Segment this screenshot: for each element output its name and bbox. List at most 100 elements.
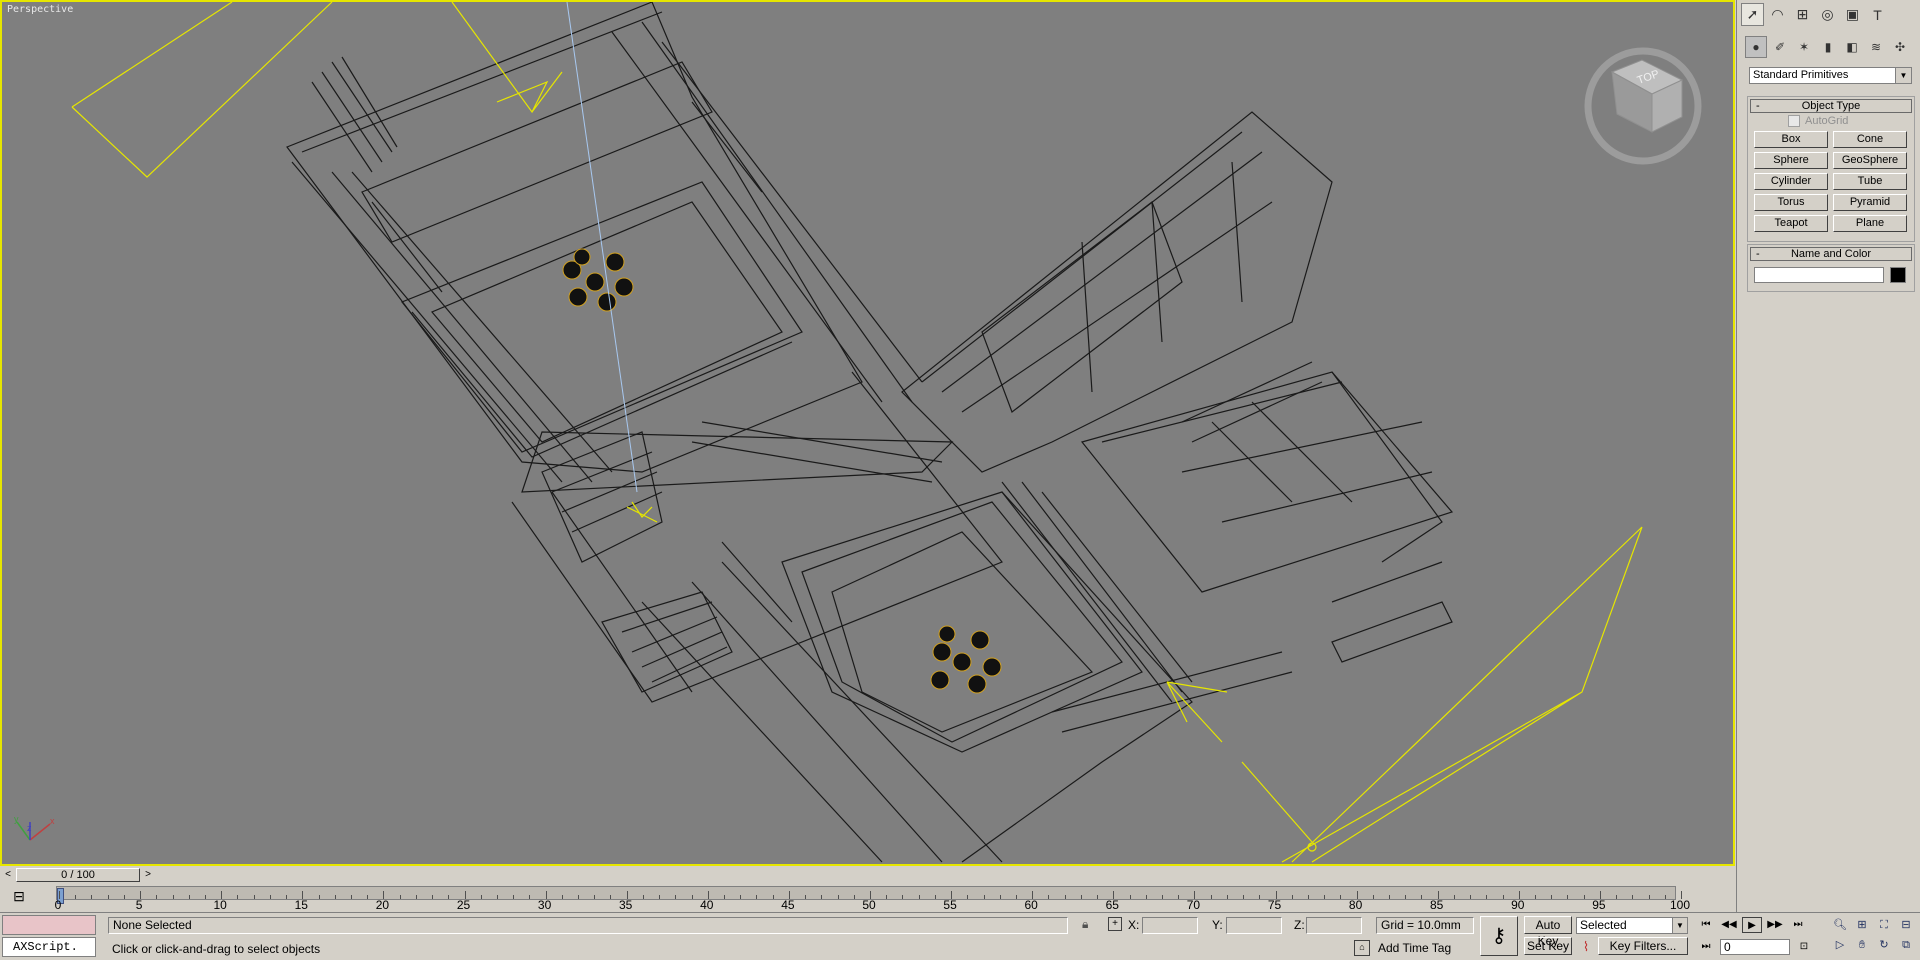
time-slider-next[interactable]: > [142,868,154,882]
motion-tab-icon[interactable]: ◎ [1816,3,1839,26]
display-tab-icon[interactable]: ▣ [1841,3,1864,26]
ruler-tick [75,895,77,899]
z-coordinate-input[interactable] [1306,917,1362,934]
key-mode-dropdown[interactable]: Selected ▼ [1576,917,1688,934]
teapot-button[interactable]: Teapot [1754,215,1828,232]
ruler-label: 5 [135,898,143,912]
command-panel: ➚ ◠ ⊞ ◎ ▣ T ● ✐ ✶ ▮ ◧ ≋ ✣ Standard Primi… [1736,0,1920,912]
torus-button[interactable]: Torus [1754,194,1828,211]
systems-icon[interactable]: ✣ [1889,36,1911,58]
create-tab-icon[interactable]: ➚ [1741,3,1764,26]
ruler-tick [513,895,515,899]
autogrid-check-box[interactable] [1788,115,1800,127]
helpers-icon[interactable]: ◧ [1841,36,1863,58]
y-label: Y: [1212,918,1223,932]
x-label: X: [1128,918,1140,932]
current-frame-input[interactable]: 0 [1720,939,1790,955]
ruler-tick [1015,895,1017,899]
name-color-title: Name and Color [1790,248,1872,260]
ruler-tick [269,895,271,899]
z-label: Z: [1294,918,1305,932]
modify-tab-icon[interactable]: ◠ [1766,3,1789,26]
key-mode-toggle-icon[interactable]: ⏭ [1696,939,1716,955]
hierarchy-tab-icon[interactable]: ⊞ [1791,3,1814,26]
play-icon[interactable]: ▶ [1742,917,1762,933]
wireframe-scene[interactable]: y x z TOP [2,2,1733,864]
go-to-end-icon[interactable]: ⏭ [1788,917,1808,933]
x-coordinate-input[interactable] [1142,917,1198,934]
ruler-label: 45 [781,898,795,912]
cone-button[interactable]: Cone [1833,131,1907,148]
key-filters-button[interactable]: Key Filters... [1598,937,1688,955]
lights-icon[interactable]: ✶ [1793,36,1815,58]
name-color-rollout: - Name and Color [1747,244,1915,292]
perspective-viewport[interactable]: Perspective y x z TOP [0,0,1735,866]
ruler-tick [1210,895,1212,899]
primitive-category-dropdown[interactable]: Standard Primitives ▼ [1749,67,1912,84]
pyramid-button[interactable]: Pyramid [1833,194,1907,211]
set-key-button[interactable]: Set Key [1524,937,1572,955]
plane-button[interactable]: Plane [1833,215,1907,232]
next-frame-icon[interactable]: ▶︎▶︎ [1765,917,1785,933]
maximize-viewport-icon[interactable]: ⧉ [1896,937,1916,953]
set-keys-icon[interactable]: ⚷ [1480,916,1518,956]
shapes-icon[interactable]: ✐ [1769,36,1791,58]
maxscript-listener[interactable] [2,915,96,935]
ruler-tick [334,895,336,899]
ruler-label: 20 [375,898,390,912]
previous-frame-icon[interactable]: ◀︎◀︎ [1719,917,1739,933]
utilities-tab-icon[interactable]: T [1866,3,1889,26]
pan-icon[interactable]: ✋︎ [1852,937,1872,953]
autogrid-checkbox[interactable]: AutoGrid [1788,115,1848,127]
track-bar[interactable]: ⊟ 0 5 10 15 20 25 30 35 40 45 50 55 60 65 70 75 80 85 90 95… [0,884,1735,912]
tube-button[interactable]: Tube [1833,173,1907,190]
y-coordinate-input[interactable] [1226,917,1282,934]
ruler-label: 95 [1592,898,1606,912]
auto-key-button[interactable]: Auto Key [1524,916,1572,948]
time-configuration-icon[interactable]: ⊡ [1794,939,1814,955]
prompt-line: Click or click-and-drag to select object… [112,942,321,956]
ruler-label: 60 [1024,898,1038,912]
ruler-label: 40 [700,898,714,912]
object-color-swatch[interactable] [1890,267,1906,283]
box-button[interactable]: Box [1754,131,1828,148]
ruler-tick [1648,895,1650,899]
zoom-all-icon[interactable]: ⊞ [1852,917,1872,933]
absolute-mode-icon[interactable]: + [1108,917,1122,931]
spacewarps-icon[interactable]: ≋ [1865,36,1887,58]
name-color-header[interactable]: - Name and Color [1750,247,1912,261]
ruler-tick [415,895,417,899]
ruler-tick [350,895,352,899]
ruler-label: 75 [1267,898,1282,912]
object-type-header[interactable]: - Object Type [1750,99,1912,113]
geosphere-button[interactable]: GeoSphere [1833,152,1907,169]
maxscript-output[interactable]: AXScript. [2,937,96,957]
geometry-icon[interactable]: ● [1745,36,1767,58]
cylinder-button[interactable]: Cylinder [1754,173,1828,190]
cameras-icon[interactable]: ▮ [1817,36,1839,58]
object-name-input[interactable] [1754,267,1884,283]
ruler-tick [156,895,158,899]
zoom-extents-all-icon[interactable]: ⊟ [1896,917,1916,933]
go-to-start-icon[interactable]: ⏮ [1696,917,1716,933]
chevron-down-icon[interactable]: ▼ [1895,68,1911,83]
ruler-tick [1583,895,1585,899]
key-tangent-icon[interactable]: ⌇ [1576,939,1596,955]
orbit-icon[interactable]: ↻ [1874,937,1894,953]
field-of-view-icon[interactable]: ▷ [1830,937,1850,953]
mini-curve-editor-icon[interactable]: ⊟ [8,888,30,906]
add-time-tag[interactable]: ⌂ Add Time Tag [1354,940,1451,956]
ruler-tick [756,895,758,899]
chevron-down-icon[interactable]: ▼ [1672,918,1687,933]
zoom-icon[interactable]: 🔍︎ [1830,917,1850,933]
lock-icon[interactable]: 🔒︎ [1082,917,1088,932]
time-slider-thumb[interactable]: 0 / 100 [16,868,140,882]
ruler-tick [1535,895,1537,899]
ruler-tick [886,895,888,899]
primitive-category-value: Standard Primitives [1753,69,1849,81]
sphere-button[interactable]: Sphere [1754,152,1828,169]
time-slider-prev[interactable]: < [2,868,14,882]
viewcube[interactable]: TOP [1584,47,1702,165]
ruler-tick [1064,895,1066,899]
zoom-extents-icon[interactable]: ⛶ [1874,917,1894,933]
